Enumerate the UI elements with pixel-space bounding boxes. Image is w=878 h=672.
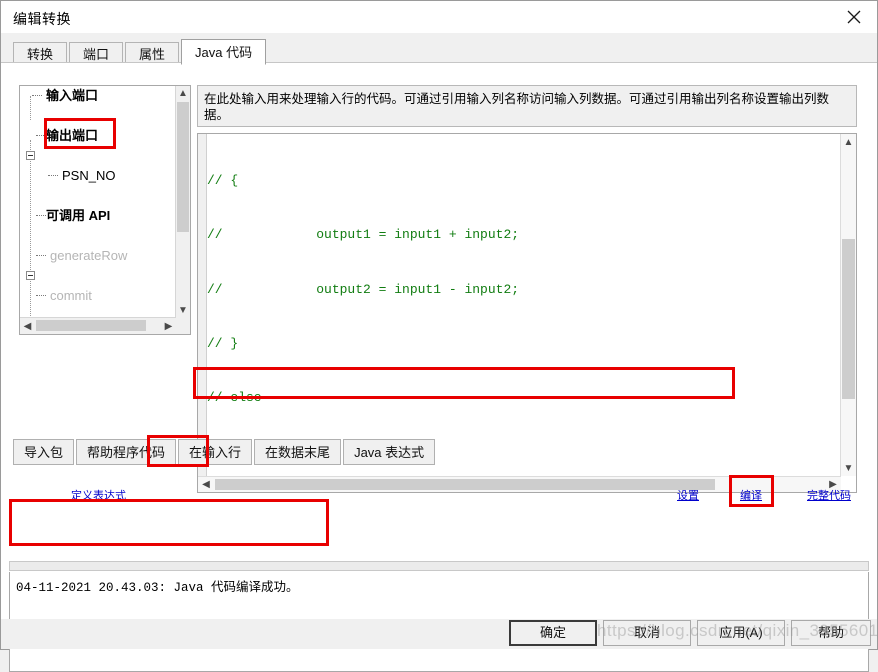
collapse-icon[interactable]	[26, 151, 35, 160]
scrollbar-thumb[interactable]	[842, 239, 855, 399]
tab-helper-code[interactable]: 帮助程序代码	[76, 439, 177, 465]
tree-content: 输入端口 输出端口 PSN_NO 可调用 API generateRow com…	[20, 86, 176, 318]
tree-connector	[36, 255, 46, 257]
tree-node-label: 输出端口	[46, 128, 99, 143]
chevron-down-icon[interactable]: ▼	[176, 303, 190, 318]
code-text[interactable]: // { // output1 = input1 + input2; // ou…	[207, 136, 840, 476]
chevron-left-icon[interactable]: ◀	[198, 477, 214, 492]
tree-node-psn-no[interactable]: PSN_NO	[20, 166, 176, 186]
chevron-right-icon[interactable]: ▶	[161, 318, 176, 334]
navigator-tree[interactable]: 输入端口 输出端口 PSN_NO 可调用 API generateRow com…	[19, 85, 191, 335]
chevron-left-icon[interactable]: ◀	[20, 318, 35, 334]
tree-node-generate-row[interactable]: generateRow	[20, 246, 176, 266]
chevron-down-icon[interactable]: ▼	[841, 460, 856, 476]
apply-button[interactable]: 应用(A)	[697, 620, 785, 646]
tree-node-label: 可调用 API	[46, 208, 111, 223]
scrollbar-thumb[interactable]	[215, 479, 715, 490]
code-description: 在此处输入用来处理输入行的代码。可通过引用输入列名称访问输入列数据。可通过引用输…	[197, 85, 857, 127]
chevron-up-icon[interactable]: ▲	[176, 86, 190, 101]
scrollbar-thumb[interactable]	[177, 102, 189, 232]
code-line: // output1 = input1 + input2;	[207, 227, 520, 243]
tree-node-label: 输入端口	[46, 88, 99, 103]
help-button[interactable]: 帮助	[791, 620, 871, 646]
java-code-panel: 输入端口 输出端口 PSN_NO 可调用 API generateRow com…	[1, 63, 877, 672]
window-title: 编辑转换	[13, 11, 71, 27]
link-define-expression[interactable]: 定义表达式	[71, 487, 126, 503]
tree-node-commit[interactable]: commit	[20, 286, 176, 306]
link-full-code[interactable]: 完整代码	[807, 487, 851, 503]
edit-transformation-dialog: 编辑转换 转换 端口 属性 Java 代码 输入端口 输出端口 PSN_NO 可…	[0, 0, 878, 672]
tree-node-output-ports[interactable]: 输出端口	[20, 126, 176, 160]
log-divider	[9, 561, 869, 571]
tree-node-label: generateRow	[50, 248, 128, 263]
tree-connector	[36, 215, 46, 217]
tree-horizontal-scrollbar[interactable]: ◀ ▶	[20, 317, 176, 334]
ok-button[interactable]: 确定	[509, 620, 597, 646]
tab-import-packages[interactable]: 导入包	[13, 439, 75, 465]
tab-java-code[interactable]: Java 代码	[181, 39, 267, 65]
scrollbar-corner	[176, 318, 190, 334]
scrollbar-thumb[interactable]	[36, 320, 146, 331]
code-line: // else	[207, 390, 262, 406]
tab-java-expression[interactable]: Java 表达式	[343, 439, 436, 465]
tree-node-label: PSN_NO	[62, 168, 116, 183]
tree-node-input-ports[interactable]: 输入端口	[20, 86, 176, 106]
log-message: 04-11-2021 20.43.03: Java 代码编译成功。	[16, 581, 299, 595]
code-line: // }	[207, 336, 239, 352]
code-line: // output2 = input1 - input2;	[207, 281, 520, 297]
link-compile[interactable]: 编译	[740, 487, 762, 503]
tree-connector	[36, 295, 46, 297]
editor-vertical-scrollbar[interactable]: ▲ ▼	[840, 134, 856, 476]
collapse-icon[interactable]	[26, 271, 35, 280]
cancel-button[interactable]: 取消	[603, 620, 691, 646]
link-settings[interactable]: 设置	[677, 487, 699, 503]
title-bar: 编辑转换	[1, 1, 877, 33]
tab-on-input-row[interactable]: 在输入行	[178, 439, 253, 465]
tree-connector	[48, 175, 58, 177]
tab-at-end-of-data[interactable]: 在数据末尾	[254, 439, 342, 465]
tree-connector	[36, 135, 46, 137]
dialog-footer: 确定 取消 应用(A) 帮助	[1, 619, 877, 649]
code-line: // {	[207, 173, 239, 189]
close-icon[interactable]	[831, 1, 877, 33]
code-section-tabs: 导入包 帮助程序代码 在输入行 在数据末尾 Java 表达式	[13, 439, 437, 465]
tree-connector	[32, 95, 42, 97]
tab-strip: 转换 端口 属性 Java 代码	[1, 33, 877, 65]
tree-node-callable-api[interactable]: 可调用 API	[20, 206, 176, 280]
tree-vertical-scrollbar[interactable]: ▲ ▼	[175, 86, 190, 318]
chevron-up-icon[interactable]: ▲	[841, 134, 856, 150]
tree-node-label: commit	[50, 288, 92, 303]
